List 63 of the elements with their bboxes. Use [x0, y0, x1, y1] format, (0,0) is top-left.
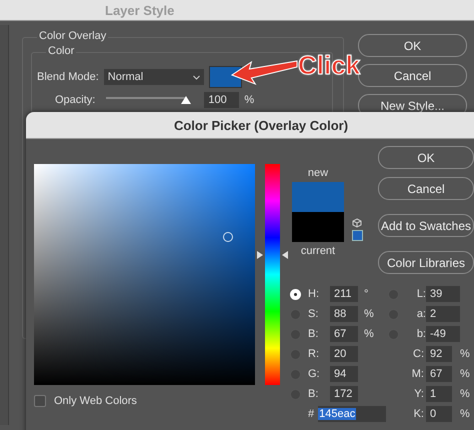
- input-field[interactable]: 1: [426, 386, 452, 402]
- color-marker[interactable]: [223, 232, 234, 242]
- field-label: S:: [308, 308, 320, 320]
- field-label: b:: [416, 328, 426, 340]
- swatch-icon: [352, 230, 363, 241]
- preview-label: new: [308, 167, 328, 179]
- input-field[interactable]: 2: [426, 306, 460, 322]
- field-label: a:: [416, 308, 426, 320]
- field-label: B:: [308, 388, 320, 400]
- unit-label: %: [460, 368, 471, 380]
- blend-mode-dropdown[interactable]: Normal: [104, 69, 204, 85]
- dialog-button[interactable]: Color Libraries: [378, 251, 474, 274]
- dialog-button[interactable]: Add to Swatches: [378, 214, 474, 237]
- field-label: Opacity:: [55, 94, 96, 106]
- input-field[interactable]: 0: [426, 406, 452, 422]
- opacity-field[interactable]: 100: [204, 92, 240, 108]
- section-title: Color Overlay: [37, 30, 108, 42]
- unit-label: %: [363, 308, 375, 320]
- slider-thumb[interactable]: [181, 96, 192, 104]
- field-label: L:: [416, 288, 426, 300]
- window-title: Layer Style: [105, 2, 174, 18]
- input-field[interactable]: 67: [426, 366, 452, 382]
- field-label: M:: [410, 368, 424, 380]
- input-field[interactable]: 88: [330, 306, 358, 322]
- preview-label: current: [300, 245, 336, 257]
- checkbox-label: Only Web Colors: [54, 395, 137, 407]
- input-field[interactable]: 20: [330, 346, 358, 362]
- input-field[interactable]: 211: [330, 286, 358, 302]
- input-field[interactable]: 172: [330, 386, 358, 402]
- field-label: K:: [412, 408, 424, 420]
- group-title: Color: [46, 45, 76, 57]
- unit-label: %: [460, 408, 471, 420]
- field-label: Y:: [413, 388, 424, 400]
- hex-label: #: [308, 408, 314, 420]
- selected-text: 145eac: [318, 408, 356, 420]
- unit-label: %: [363, 328, 375, 340]
- input-field[interactable]: 94: [330, 366, 358, 382]
- color-preview: [292, 182, 344, 242]
- cube-icon: [352, 218, 362, 228]
- window-title: Color Picker (Overlay Color): [174, 118, 348, 132]
- chevron-icon: [192, 74, 200, 80]
- unit-label: %: [460, 348, 471, 360]
- dialog-button[interactable]: OK: [378, 146, 474, 169]
- hex-field[interactable]: 145eac: [318, 406, 386, 422]
- input-field[interactable]: 92: [426, 346, 452, 362]
- color-swatch[interactable]: [208, 66, 242, 88]
- field-label: Blend Mode:: [37, 71, 99, 83]
- field-label: H:: [308, 288, 320, 300]
- input-field[interactable]: 39: [426, 286, 460, 302]
- color-field[interactable]: [34, 164, 255, 385]
- field-label: R:: [308, 348, 320, 360]
- field-label: C:: [412, 348, 424, 360]
- annotation-text: Click: [298, 50, 360, 81]
- dialog-button[interactable]: Cancel: [378, 177, 474, 200]
- unit-label: %: [244, 94, 254, 106]
- dialog-button[interactable]: OK: [358, 34, 467, 57]
- input-field[interactable]: -49: [426, 326, 460, 342]
- unit-label: %: [460, 388, 471, 400]
- input-field[interactable]: 67: [330, 326, 358, 342]
- field-label: B:: [308, 328, 320, 340]
- unit-label: °: [363, 288, 370, 300]
- checkbox[interactable]: [34, 395, 46, 407]
- field-label: G:: [308, 368, 321, 380]
